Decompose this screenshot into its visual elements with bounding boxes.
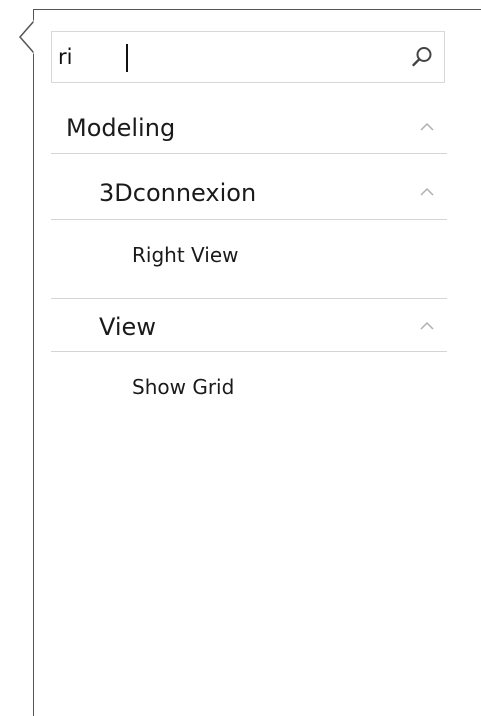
tree-command-show-grid[interactable]: Show Grid — [51, 364, 447, 410]
chevron-up-icon[interactable] — [419, 321, 435, 331]
divider — [51, 219, 447, 220]
tree-command-right-view[interactable]: Right View — [51, 232, 447, 278]
chevron-up-icon[interactable] — [419, 187, 435, 197]
tree-group-label: 3Dconnexion — [99, 179, 257, 207]
search-input[interactable] — [58, 40, 398, 74]
chevron-up-icon[interactable] — [419, 122, 435, 132]
tree-group-label: Modeling — [66, 114, 176, 142]
tree-group-modeling[interactable]: Modeling — [51, 104, 447, 152]
text-caret — [126, 44, 128, 72]
divider — [51, 298, 447, 299]
command-search-popup: Modeling 3Dconnexion Right View View Sho… — [0, 0, 481, 716]
tree-group-label: View — [99, 313, 156, 341]
divider — [51, 153, 447, 154]
tree-group-view[interactable]: View — [51, 304, 447, 350]
callout-pointer — [19, 20, 42, 54]
divider — [51, 351, 447, 352]
tree-command-label: Right View — [132, 243, 239, 267]
tree-group-3dconnexion[interactable]: 3Dconnexion — [51, 168, 447, 218]
tree-command-label: Show Grid — [132, 375, 235, 399]
search-box[interactable] — [51, 31, 445, 83]
search-icon[interactable] — [410, 45, 434, 69]
